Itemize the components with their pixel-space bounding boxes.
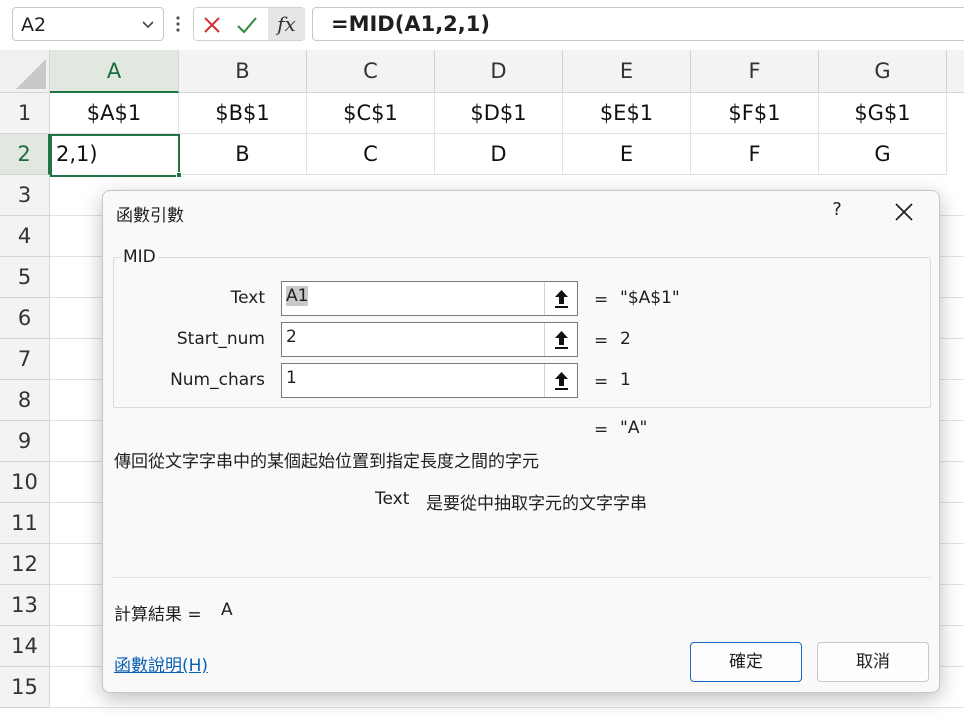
arg-input-text-value: A1 — [286, 286, 309, 306]
collapse-dialog-button[interactable] — [544, 323, 577, 356]
arg-result-start-num: 2 — [620, 329, 631, 349]
name-box[interactable]: A2 — [12, 7, 164, 41]
cell-d1[interactable]: $D$1 — [435, 93, 563, 134]
row-header-14[interactable]: 14 — [0, 626, 50, 667]
row-header-6[interactable]: 6 — [0, 298, 50, 339]
row-header-15[interactable]: 15 — [0, 667, 50, 708]
cell-f1[interactable]: $F$1 — [691, 93, 819, 134]
function-name: MID — [121, 247, 158, 267]
function-description: 傳回從文字字串中的某個起始位置到指定長度之間的字元 — [114, 452, 539, 472]
function-help-link[interactable]: 函數說明(H) — [114, 651, 208, 676]
row-header-2[interactable]: 2 — [0, 134, 50, 175]
arg-input-num-chars[interactable]: 1 — [281, 363, 578, 398]
fill-handle[interactable] — [176, 172, 182, 178]
cell-c1[interactable]: $C$1 — [307, 93, 435, 134]
dialog-title: 函數引數 — [116, 206, 184, 226]
row-header-5[interactable]: 5 — [0, 257, 50, 298]
row-header-13[interactable]: 13 — [0, 585, 50, 626]
result-value: A — [221, 600, 233, 620]
cell-g1[interactable]: $G$1 — [819, 93, 947, 134]
chevron-down-icon[interactable] — [141, 18, 155, 32]
cell-b2[interactable]: B — [179, 134, 307, 175]
overall-result: "A" — [620, 418, 648, 438]
cell-a2[interactable]: 2,1) — [50, 134, 180, 177]
cell-b1[interactable]: $B$1 — [179, 93, 307, 134]
name-box-value: A2 — [21, 14, 47, 36]
cell-f2[interactable]: F — [691, 134, 819, 175]
column-header-c[interactable]: C — [307, 50, 435, 93]
column-header-b[interactable]: B — [179, 50, 307, 93]
divider — [113, 577, 931, 578]
arg-description-name: Text — [375, 489, 410, 509]
arg-result-num-chars: 1 — [620, 370, 631, 390]
cell-e2[interactable]: E — [563, 134, 691, 175]
arg-label-text: Text — [230, 288, 265, 308]
arg-label-num-chars: Num_chars — [170, 370, 265, 390]
arg-input-start-num-value: 2 — [286, 327, 297, 347]
collapse-arrow-icon — [555, 290, 568, 308]
cell-e1[interactable]: $E$1 — [563, 93, 691, 134]
column-header-h-partial[interactable] — [947, 50, 964, 93]
ok-button[interactable]: 確定 — [690, 642, 802, 682]
arg-eq-num-chars: = — [594, 372, 609, 392]
arg-description-text: 是要從中抽取字元的文字字串 — [426, 494, 647, 514]
close-icon[interactable] — [893, 201, 915, 223]
row-header-3[interactable]: 3 — [0, 175, 50, 216]
arg-input-text[interactable]: A1 — [281, 281, 578, 316]
function-arguments-dialog: 函數引數 ? MID Text A1 = "$A$1" Start_num 2 … — [102, 190, 940, 693]
arg-eq-text: = — [594, 290, 609, 310]
column-header-e[interactable]: E — [563, 50, 691, 93]
collapse-arrow-icon — [555, 372, 568, 390]
arg-label-start-num: Start_num — [176, 329, 265, 349]
arg-eq-start-num: = — [594, 331, 609, 351]
arg-input-start-num[interactable]: 2 — [281, 322, 578, 357]
row-header-9[interactable]: 9 — [0, 421, 50, 462]
arg-result-text: "$A$1" — [620, 288, 680, 308]
insert-function-button[interactable]: fx — [268, 8, 305, 40]
formula-buttons: fx — [193, 7, 305, 41]
row-header-10[interactable]: 10 — [0, 462, 50, 503]
cell-d2[interactable]: D — [435, 134, 563, 175]
help-button[interactable]: ? — [827, 199, 847, 223]
column-header-g[interactable]: G — [819, 50, 947, 93]
arg-input-num-chars-value: 1 — [286, 368, 297, 388]
cancel-entry-icon[interactable] — [202, 15, 222, 35]
formula-text: =MID(A1,2,1) — [331, 12, 490, 36]
collapse-arrow-icon — [555, 331, 568, 349]
cancel-button[interactable]: 取消 — [817, 642, 929, 682]
cell-a1[interactable]: $A$1 — [50, 93, 179, 134]
cell-g2[interactable]: G — [819, 134, 947, 175]
formula-bar: A2 fx =MID(A1,2,1) — [0, 0, 964, 50]
column-header-f[interactable]: F — [691, 50, 819, 93]
formula-input[interactable]: =MID(A1,2,1) — [312, 7, 964, 41]
overall-eq: = — [594, 420, 609, 440]
collapse-dialog-button[interactable] — [544, 282, 577, 315]
confirm-entry-icon[interactable] — [236, 15, 258, 35]
more-vertical-icon[interactable] — [176, 14, 180, 34]
row-header-7[interactable]: 7 — [0, 339, 50, 380]
row-header-11[interactable]: 11 — [0, 503, 50, 544]
row-header-1[interactable]: 1 — [0, 93, 50, 134]
column-header-d[interactable]: D — [435, 50, 563, 93]
row-header-12[interactable]: 12 — [0, 544, 50, 585]
result-label: 計算結果 = — [114, 605, 202, 625]
select-all-corner[interactable] — [0, 50, 50, 93]
collapse-dialog-button[interactable] — [544, 364, 577, 397]
row-header-8[interactable]: 8 — [0, 380, 50, 421]
cell-c2[interactable]: C — [307, 134, 435, 175]
row-header-4[interactable]: 4 — [0, 216, 50, 257]
column-header-a[interactable]: A — [50, 50, 179, 93]
